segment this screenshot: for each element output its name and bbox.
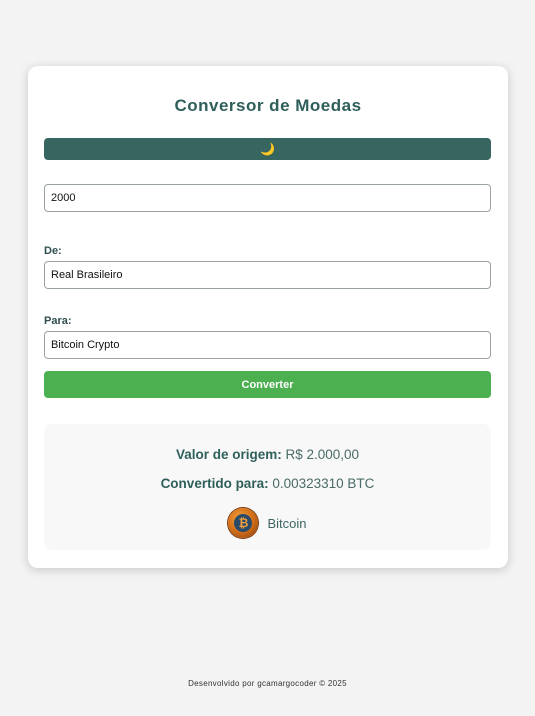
from-currency-value: Real Brasileiro [51, 269, 123, 281]
moon-icon: 🌙 [260, 142, 275, 156]
target-coin: ₿ Bitcoin [44, 508, 491, 538]
origin-value: R$ 2.000,00 [285, 447, 360, 462]
to-label: Para: [44, 315, 72, 327]
bitcoin-symbol: ₿ [234, 514, 253, 532]
footer-text: Desenvolvido por gcamargocoder © 2025 [188, 679, 347, 688]
convert-button[interactable]: Converter [44, 371, 491, 398]
from-currency-select[interactable]: Real Brasileiro [44, 261, 491, 289]
amount-input-value: 2000 [51, 192, 76, 204]
converted-label: Convertido para: [160, 476, 269, 491]
origin-value-line: Valor de origem: R$ 2.000,00 [44, 447, 491, 462]
result-panel: Valor de origem: R$ 2.000,00 Convertido … [44, 424, 491, 550]
origin-label: Valor de origem: [175, 447, 282, 462]
converter-card: Conversor de Moedas 🌙 2000 De: Real Bras… [28, 66, 508, 568]
converted-value: 0.00323310 BTC [272, 476, 375, 491]
converted-value-line: Convertido para: 0.00323310 BTC [44, 476, 491, 491]
theme-toggle-button[interactable]: 🌙 [44, 138, 491, 160]
to-currency-value: Bitcoin Crypto [51, 339, 120, 351]
amount-input[interactable]: 2000 [44, 184, 491, 212]
bitcoin-coin-icon: ₿ [228, 508, 259, 538]
page-title: Conversor de Moedas [174, 96, 362, 115]
to-currency-select[interactable]: Bitcoin Crypto [44, 331, 491, 359]
from-label: De: [44, 245, 62, 257]
coin-name: Bitcoin [267, 515, 307, 531]
